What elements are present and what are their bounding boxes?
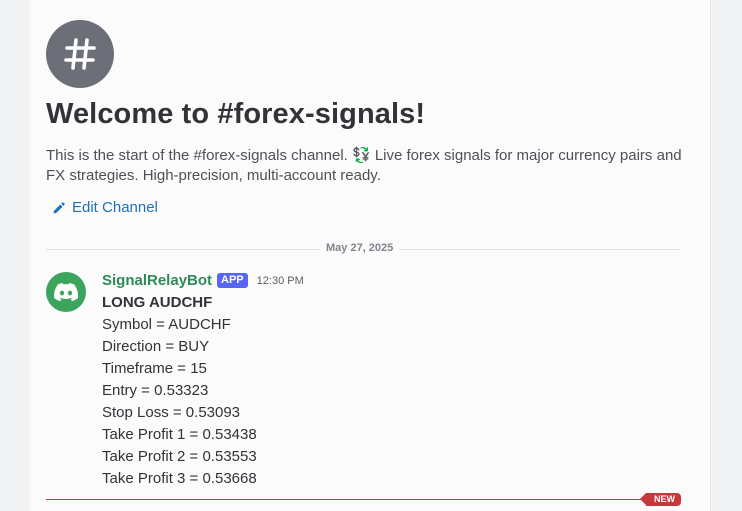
signal-take-profit-2: Take Profit 2 = 0.53553 xyxy=(102,448,257,465)
chat-panel: Welcome to #forex-signals! This is the s… xyxy=(30,0,711,511)
signal-stop-loss: Stop Loss = 0.53093 xyxy=(102,404,241,421)
signal-timeframe: Timeframe = 15 xyxy=(102,360,207,377)
pencil-icon xyxy=(53,201,65,213)
divider-date: May 27, 2025 xyxy=(320,242,400,254)
hashtag-icon xyxy=(46,20,114,88)
author-name[interactable]: SignalRelayBot xyxy=(102,272,212,289)
signal-take-profit-3: Take Profit 3 = 0.53668 xyxy=(102,470,257,487)
signal-take-profit-1: Take Profit 1 = 0.53438 xyxy=(102,426,257,443)
message-timestamp[interactable]: 12:30 PM xyxy=(257,275,304,287)
message-header: SignalRelayBot APP 12:30 PM xyxy=(102,272,304,289)
signal-direction: Direction = BUY xyxy=(102,338,210,355)
signal-symbol: Symbol = AUDCHF xyxy=(102,316,231,333)
right-gutter xyxy=(711,0,742,511)
page-title: Welcome to #forex-signals! xyxy=(46,98,426,130)
signal-entry: Entry = 0.53323 xyxy=(102,382,209,399)
app-badge: APP xyxy=(217,273,248,288)
discord-logo-icon[interactable] xyxy=(46,272,86,312)
edit-channel-label: Edit Channel xyxy=(72,199,158,216)
new-messages-divider xyxy=(46,499,656,500)
message-content: LONG AUDCHF Symbol = AUDCHF Direction = … xyxy=(102,292,257,490)
edit-channel-button[interactable]: Edit Channel xyxy=(52,199,158,216)
channel-description: This is the start of the #forex-signals … xyxy=(46,147,682,184)
signal-headline: LONG AUDCHF xyxy=(102,294,213,311)
new-messages-badge: NEW xyxy=(640,493,681,506)
left-gutter xyxy=(0,0,30,511)
